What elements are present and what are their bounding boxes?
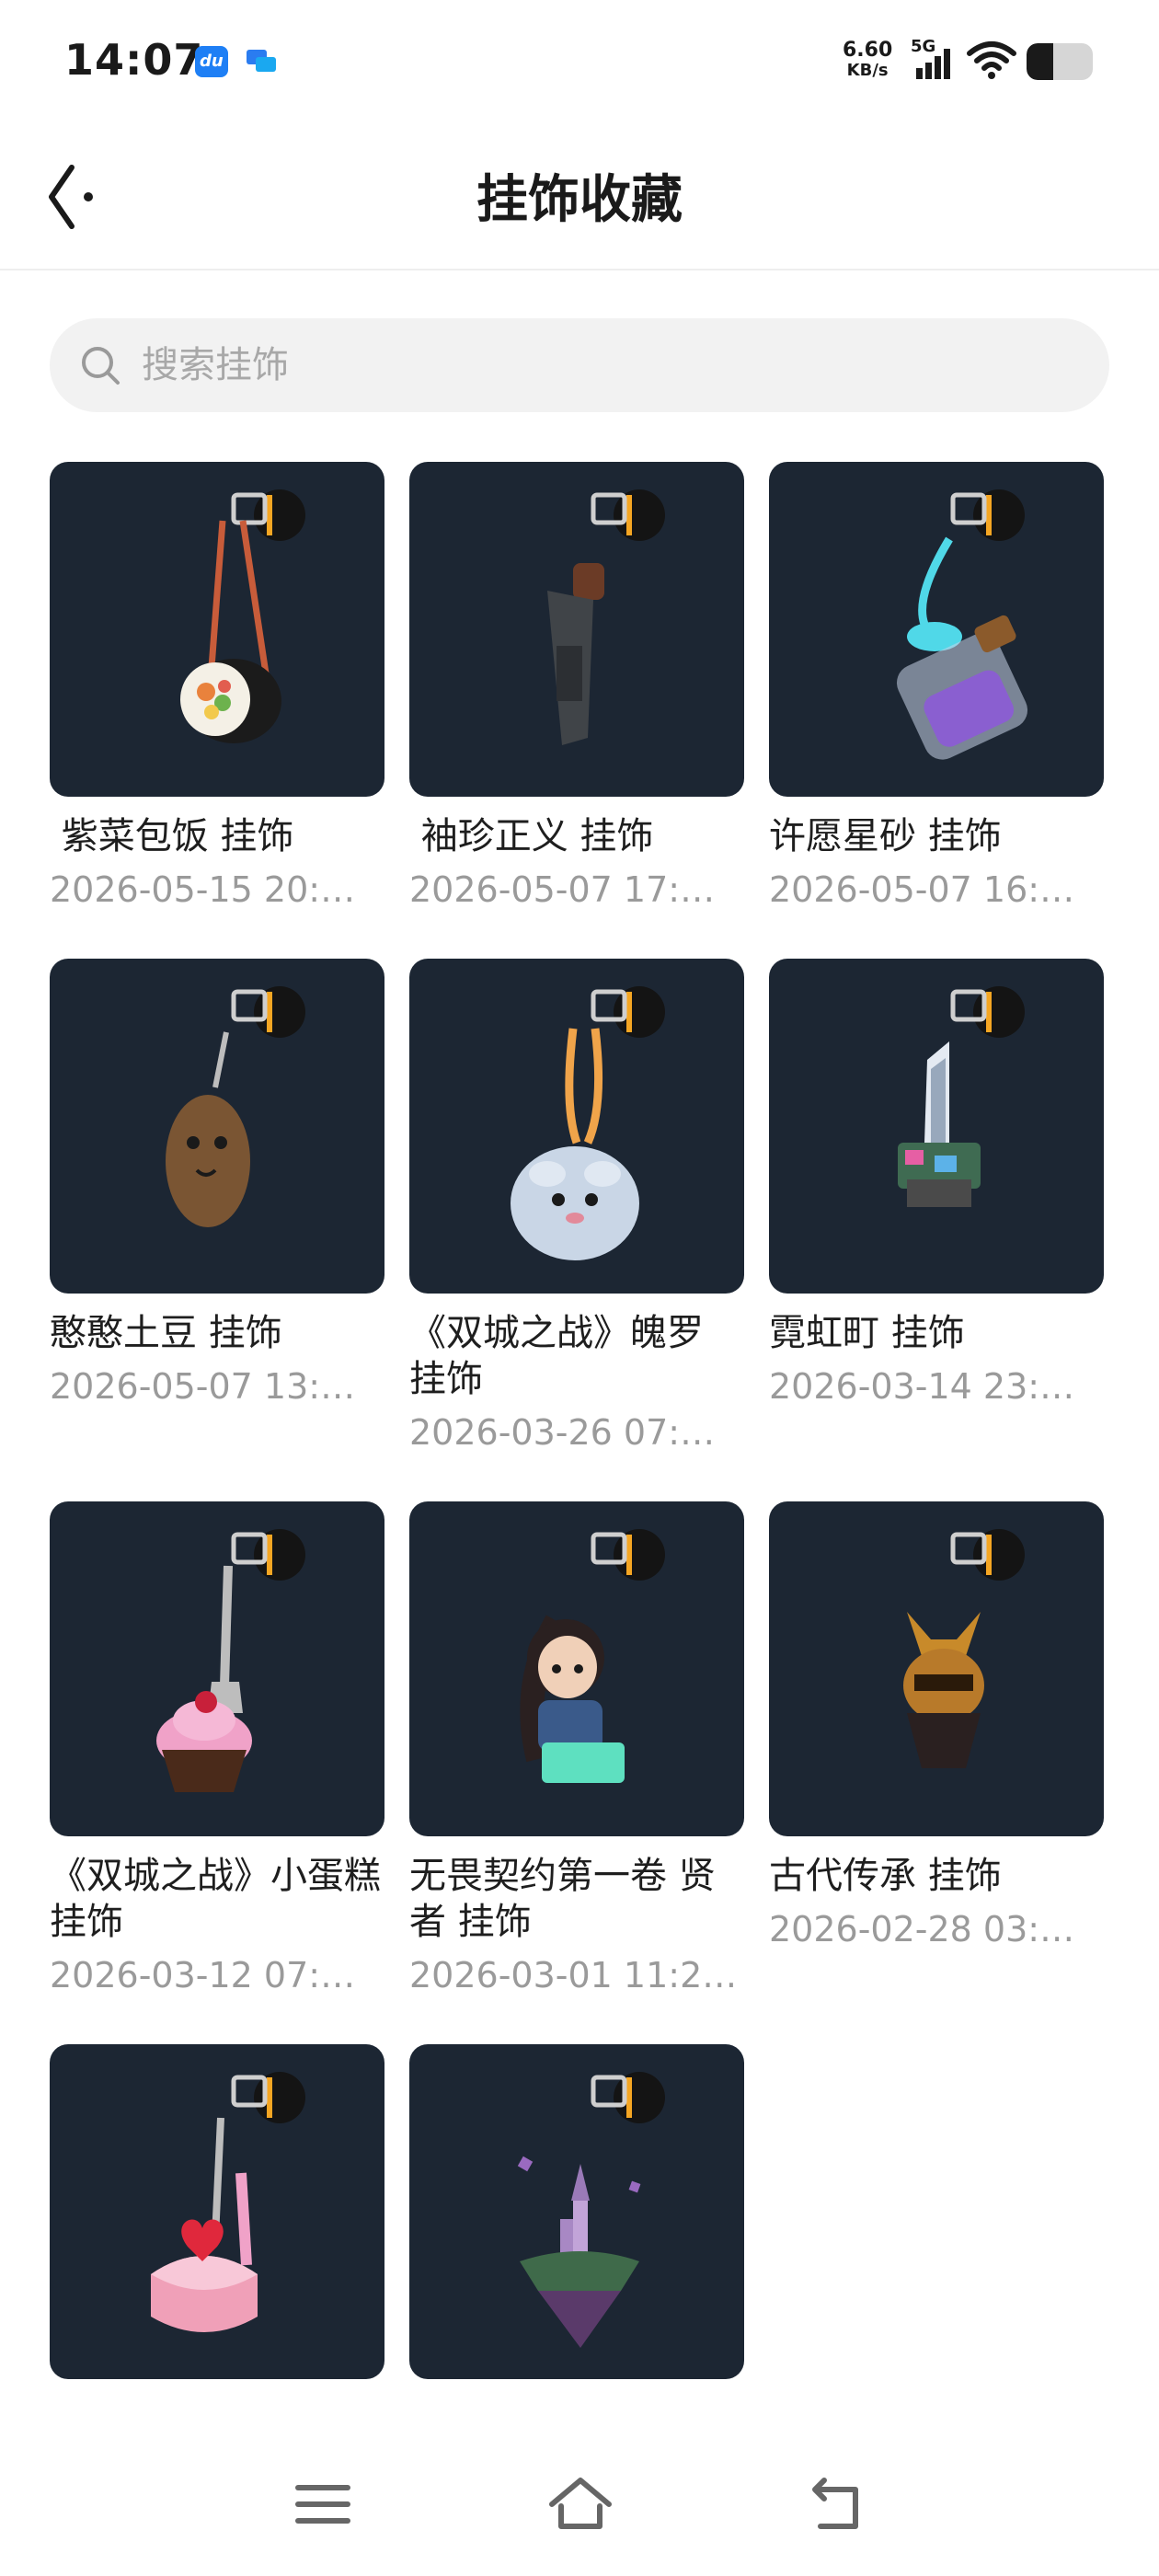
charm-name: 憨憨土豆 挂饰 [50,1312,282,1354]
header: 挂饰收藏 [0,125,1159,270]
charm-date: 2026-03-14 23:… [769,1366,1075,1407]
wifi-icon [966,40,1017,81]
charm-thumbnail[interactable] [409,1501,744,1836]
page-title: 挂饰收藏 [476,170,683,230]
charm-card[interactable] [409,2044,744,2396]
charm-name: 《双城之战》魄罗 挂饰 [409,1312,716,1400]
charm-thumbnail[interactable] [769,959,1104,1294]
charm-card[interactable]: 《双城之战》小蛋糕 挂饰 2026-03-12 07:… [50,1501,384,1998]
battery-icon [1027,43,1093,80]
charm-date: 2026-05-07 13:… [50,1366,356,1407]
charm-name: 无畏契约第一卷 贤者 挂饰 [409,1855,716,1943]
system-nav-bar [0,2429,1159,2576]
charm-date: 2026-05-07 17:… [409,869,716,910]
battery-level [1027,43,1053,80]
back-nav-button[interactable] [797,2473,879,2537]
cupcake-charm-image [156,1529,305,1792]
baidu-app-icon: du [195,46,228,77]
chevron-left-icon [49,165,93,229]
charm-date: 2026-03-12 07:… [50,1955,356,1995]
menu-icon [295,2485,350,2524]
island-charm-image [517,2072,665,2348]
charm-card[interactable]: 憨憨土豆 挂饰 2026-05-07 13:… [50,959,384,1455]
bottle-charm-image [896,489,1028,760]
charm-card[interactable]: 许愿星砂 挂饰 2026-05-07 16:… [769,462,1104,913]
menu-button[interactable] [281,2473,364,2537]
charm-name: 《双城之战》小蛋糕 挂饰 [50,1855,393,1943]
status-bar: 14:07 du 6.60 KB/s 5G [0,0,1159,125]
net-speed-value: 6.60 [843,39,893,62]
status-time: 14:07 [64,35,204,85]
charm-thumbnail[interactable] [769,462,1104,797]
charm-name: 霓虹町 挂饰 [769,1312,965,1354]
poro-charm-image [511,986,665,1260]
net-speed-unit: KB/s [846,61,889,80]
charm-name: 紫菜包饭 挂饰 [50,815,294,857]
search-input[interactable] [142,318,1061,412]
charm-thumbnail[interactable] [50,2044,384,2379]
charm-date: 2026-05-15 20:… [50,869,356,910]
charm-thumbnail[interactable] [409,462,744,797]
charm-card[interactable]: 《双城之战》魄罗 挂饰 2026-03-26 07:… [409,959,744,1455]
charm-card[interactable] [50,2044,384,2396]
back-icon [812,2478,858,2529]
charm-date: 2026-03-26 07:… [409,1412,716,1453]
charm-card[interactable]: 无畏契约第一卷 贤者 挂饰 2026-03-01 11:2… [409,1501,744,1998]
charm-name: 袖珍正义 挂饰 [409,815,654,857]
cake-charm-image [151,2072,305,2332]
signal-icon [911,44,958,81]
charm-date: 2026-02-28 03:… [769,1909,1075,1949]
charm-card[interactable]: 紫菜包饭 挂饰 2026-05-15 20:… [50,462,384,913]
potato-charm-image [166,986,305,1227]
search-icon [82,347,120,385]
charm-thumbnail[interactable] [769,1501,1104,1836]
charm-thumbnail[interactable] [409,959,744,1294]
charm-card[interactable]: 古代传承 挂饰 2026-02-28 03:… [769,1501,1104,1998]
tower-charm-image [898,986,1025,1207]
gun-charm-image [547,489,665,745]
charm-thumbnail[interactable] [50,959,384,1294]
back-button[interactable] [40,160,114,234]
charm-name: 古代传承 挂饰 [769,1855,1002,1897]
home-button[interactable] [539,2473,622,2537]
charm-date: 2026-03-01 11:2… [409,1955,738,1995]
message-app-icon [245,46,278,77]
charm-card[interactable]: 袖珍正义 挂饰 2026-05-07 17:… [409,462,744,913]
net-speed: 6.60 KB/s [843,40,892,81]
charm-thumbnail[interactable] [50,462,384,797]
sage-charm-image [520,1529,665,1783]
samurai-charm-image [903,1529,1025,1768]
charm-card[interactable]: 霓虹町 挂饰 2026-03-14 23:… [769,959,1104,1455]
sushi-charm-image [180,489,305,743]
home-icon [549,2478,612,2529]
charm-grid: 紫菜包饭 挂饰 2026-05-15 20:… 袖珍正义 挂饰 2026-05-07… [50,462,1109,2421]
charm-name: 许愿星砂 挂饰 [769,815,1002,857]
charm-thumbnail[interactable] [409,2044,744,2379]
charm-date: 2026-05-07 16:… [769,869,1075,910]
search-bar[interactable] [50,318,1109,412]
charm-thumbnail[interactable] [50,1501,384,1836]
